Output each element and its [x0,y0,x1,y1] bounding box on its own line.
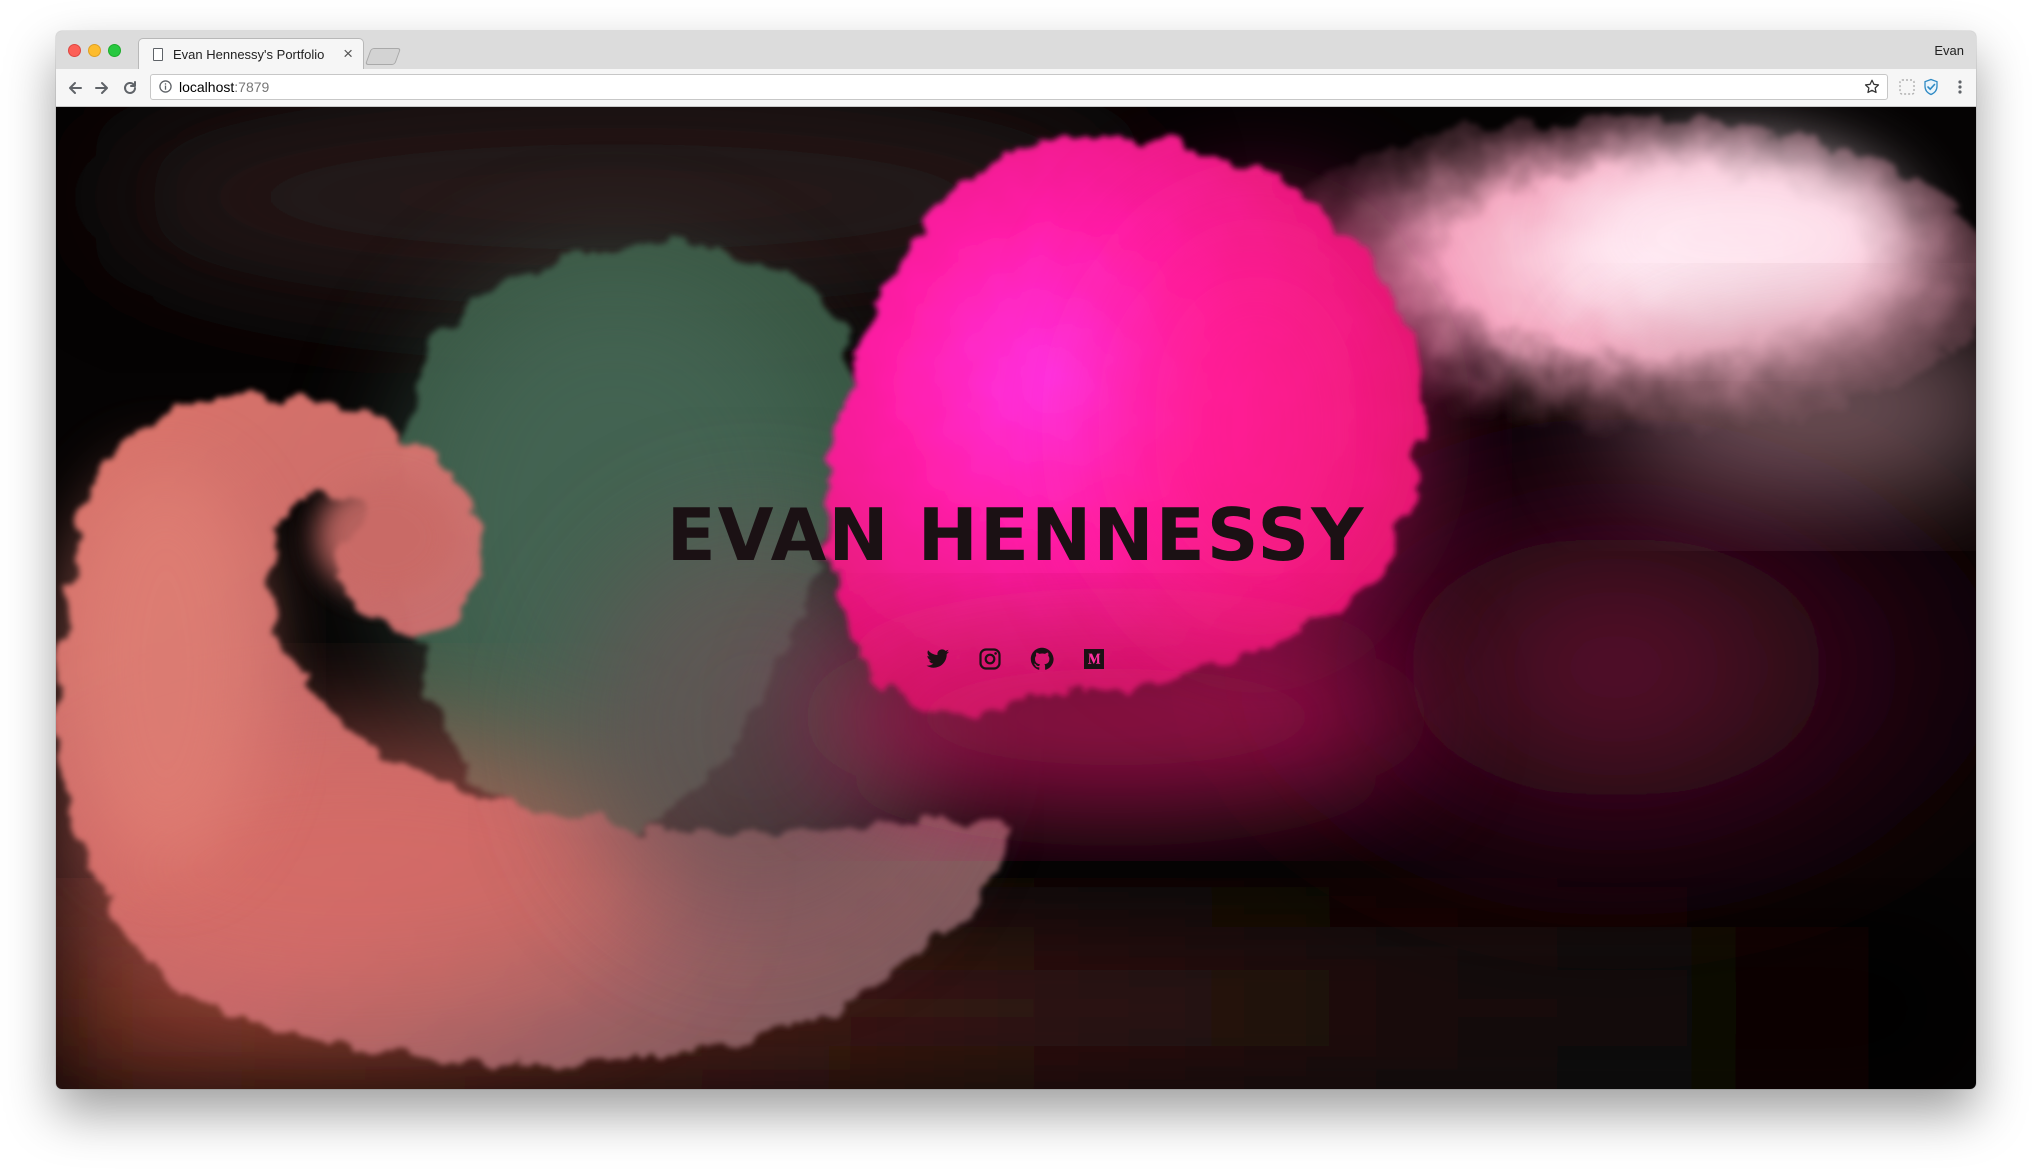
extension-placeholder-icon[interactable] [1898,78,1916,96]
medium-icon [1084,649,1104,669]
tab-close-icon[interactable]: × [343,44,353,64]
page-title: EVAN HENNESSY [666,493,1366,577]
fluid-smoke-background [56,107,1976,1089]
forward-button[interactable] [91,77,113,99]
shield-icon[interactable] [1922,78,1940,96]
url-text: localhost:7879 [179,79,269,95]
menu-kebab-icon[interactable] [1951,78,1969,96]
twitter-icon [926,649,949,668]
address-bar[interactable]: localhost:7879 [150,74,1888,100]
profile-name[interactable]: Evan [1934,43,1964,58]
window-minimize-button[interactable] [88,44,101,57]
github-link[interactable] [1030,647,1054,671]
browser-toolbar: localhost:7879 [56,69,1976,107]
url-host: localhost [179,79,235,95]
new-tab-button[interactable] [364,48,402,65]
tab-title: Evan Hennessy's Portfolio [173,47,325,62]
medium-link[interactable] [1082,647,1106,671]
window-close-button[interactable] [68,44,81,57]
github-icon [1030,647,1054,670]
instagram-link[interactable] [978,647,1002,671]
back-arrow-icon [69,82,82,94]
page-favicon-icon [153,48,163,61]
bookmark-star-icon[interactable] [1863,78,1881,96]
tab-active[interactable]: Evan Hennessy's Portfolio × [138,38,364,71]
page-viewport: EVAN HENNESSY [56,107,1976,1089]
social-links [56,647,1976,671]
tab-strip: Evan Hennessy's Portfolio × Evan [56,31,1976,71]
browser-window: Evan Hennessy's Portfolio × Evan localho… [56,31,1976,1089]
back-button[interactable] [64,77,86,99]
instagram-icon [979,648,1001,670]
url-port: :7879 [234,79,270,95]
site-info-icon[interactable] [159,80,172,93]
window-maximize-button[interactable] [108,44,121,57]
reload-button[interactable] [119,77,141,99]
twitter-link[interactable] [926,647,950,671]
reload-icon [124,81,136,94]
forward-arrow-icon [95,82,108,94]
